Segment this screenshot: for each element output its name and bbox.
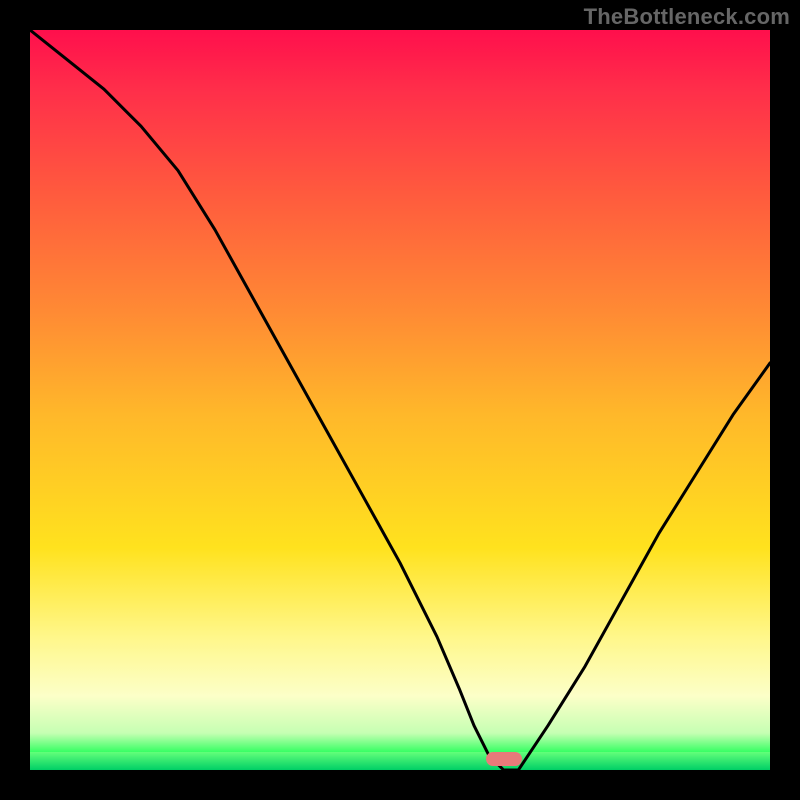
curve-line [30, 30, 770, 770]
plot-area [30, 30, 770, 770]
optimum-marker [486, 752, 522, 766]
bottleneck-curve [30, 30, 770, 770]
chart-frame: TheBottleneck.com [0, 0, 800, 800]
watermark-text: TheBottleneck.com [584, 4, 790, 30]
